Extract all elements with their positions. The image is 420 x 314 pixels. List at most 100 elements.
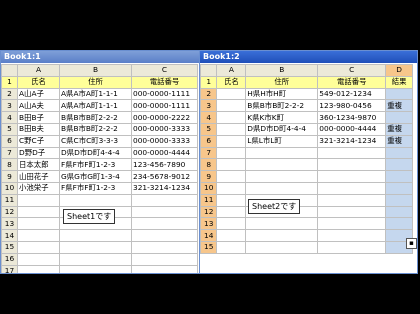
- cell[interactable]: 123-456-7890: [131, 158, 198, 172]
- workbook-window-1[interactable]: Book1:1 A B C 1 氏名 住所 電話番号 2 A山A子 A県A市A町1-…: [0, 50, 202, 274]
- cell[interactable]: [59, 240, 132, 254]
- row-header[interactable]: 11: [200, 193, 218, 207]
- cell[interactable]: 000-0000-2222: [131, 111, 198, 124]
- cell[interactable]: [385, 205, 413, 219]
- row-header[interactable]: 12: [1, 205, 18, 219]
- column-header-c[interactable]: C: [317, 64, 387, 77]
- select-all-corner[interactable]: [200, 64, 218, 77]
- cell[interactable]: B田B夫: [17, 122, 60, 136]
- cell[interactable]: [216, 217, 247, 231]
- cell[interactable]: [17, 240, 60, 254]
- cell[interactable]: [17, 205, 60, 219]
- cell[interactable]: C県C市C町3-3-3: [59, 134, 132, 148]
- cell[interactable]: [385, 111, 413, 124]
- cell[interactable]: B県B市B町2-2-2: [245, 99, 319, 113]
- cell[interactable]: [59, 193, 132, 207]
- cell[interactable]: [216, 111, 247, 124]
- cell[interactable]: 000-0000-3333: [131, 122, 198, 136]
- cell[interactable]: [317, 170, 387, 183]
- row-header[interactable]: 9: [200, 170, 218, 183]
- cell[interactable]: A山A夫: [17, 99, 60, 113]
- cell[interactable]: 電話番号: [131, 75, 198, 89]
- row-header[interactable]: 10: [200, 181, 218, 195]
- row-header[interactable]: 6: [200, 134, 218, 148]
- row-header[interactable]: 9: [1, 170, 18, 183]
- row-header[interactable]: 4: [1, 111, 18, 124]
- cell[interactable]: B県B市B町2-2-2: [59, 122, 132, 136]
- cell[interactable]: A山A子: [17, 87, 60, 101]
- cell[interactable]: [131, 193, 198, 207]
- cell[interactable]: [17, 252, 60, 266]
- cell[interactable]: [59, 252, 132, 266]
- cell[interactable]: D県D市D町4-4-4: [59, 146, 132, 160]
- cell[interactable]: [216, 158, 247, 172]
- cell[interactable]: [317, 193, 387, 207]
- cell[interactable]: [131, 240, 198, 254]
- row-header[interactable]: 7: [1, 146, 18, 160]
- cell[interactable]: 氏名: [216, 75, 247, 89]
- cell[interactable]: 電話番号: [317, 75, 387, 89]
- cell[interactable]: [216, 240, 247, 254]
- spreadsheet-grid[interactable]: A B C D 1 氏名 住所 電話番号 結果 2 H県H市H町 549-012-1…: [200, 64, 413, 254]
- cell[interactable]: 氏名: [17, 75, 60, 89]
- cell[interactable]: D野D子: [17, 146, 60, 160]
- row-header[interactable]: 8: [200, 158, 218, 172]
- cell[interactable]: 住所: [245, 75, 319, 89]
- cell[interactable]: [17, 217, 60, 231]
- row-header[interactable]: 3: [200, 99, 218, 113]
- cell[interactable]: A県A市A町1-1-1: [59, 87, 132, 101]
- row-header[interactable]: 13: [1, 217, 18, 231]
- cell[interactable]: 000-0000-4444: [131, 146, 198, 160]
- cell[interactable]: [216, 134, 247, 148]
- cell[interactable]: [17, 264, 60, 273]
- spreadsheet-grid[interactable]: A B C 1 氏名 住所 電話番号 2 A山A子 A県A市A町1-1-1 000-0…: [1, 64, 198, 273]
- cell[interactable]: [317, 229, 387, 242]
- row-header[interactable]: 1: [1, 75, 18, 89]
- row-header[interactable]: 10: [1, 181, 18, 195]
- cell[interactable]: [131, 205, 198, 219]
- cell[interactable]: [317, 181, 387, 195]
- column-header-a[interactable]: A: [216, 64, 247, 77]
- row-header[interactable]: 2: [200, 87, 218, 101]
- cell[interactable]: G県G市G町1-3-4: [59, 170, 132, 183]
- cell[interactable]: [216, 170, 247, 183]
- cell[interactable]: [59, 264, 132, 273]
- cell[interactable]: 321-3214-1234: [131, 181, 198, 195]
- cell[interactable]: [216, 193, 247, 207]
- column-header-b[interactable]: B: [59, 64, 132, 77]
- cell[interactable]: B県B市B町2-2-2: [59, 111, 132, 124]
- cell[interactable]: [17, 193, 60, 207]
- window-title[interactable]: Book1:2: [200, 51, 417, 63]
- cell[interactable]: F県F市F町1-2-3: [59, 158, 132, 172]
- cell[interactable]: [131, 264, 198, 273]
- cell[interactable]: 000-0000-3333: [131, 134, 198, 148]
- cell[interactable]: 住所: [59, 75, 132, 89]
- cell[interactable]: [245, 217, 319, 231]
- cell[interactable]: [245, 229, 319, 242]
- row-header[interactable]: 12: [200, 205, 218, 219]
- column-header-d[interactable]: D: [385, 64, 413, 77]
- cell[interactable]: [59, 229, 132, 242]
- column-header-c[interactable]: C: [131, 64, 198, 77]
- cell[interactable]: [245, 146, 319, 160]
- cell[interactable]: [385, 170, 413, 183]
- cell[interactable]: 000-0000-4444: [317, 122, 387, 136]
- cell[interactable]: C野C子: [17, 134, 60, 148]
- cell[interactable]: 321-3214-1234: [317, 134, 387, 148]
- cell[interactable]: [216, 146, 247, 160]
- select-all-corner[interactable]: [1, 64, 18, 77]
- cell[interactable]: [385, 146, 413, 160]
- row-header[interactable]: 5: [200, 122, 218, 136]
- row-header[interactable]: 11: [1, 193, 18, 207]
- cell[interactable]: [385, 181, 413, 195]
- row-header[interactable]: 6: [1, 134, 18, 148]
- row-header[interactable]: 14: [1, 229, 18, 242]
- cell[interactable]: [131, 229, 198, 242]
- cell[interactable]: [317, 158, 387, 172]
- cell[interactable]: 000-0000-1111: [131, 87, 198, 101]
- cell[interactable]: 000-0000-1111: [131, 99, 198, 113]
- cell[interactable]: D県D市D町4-4-4: [245, 122, 319, 136]
- workbook-window-2[interactable]: Book1:2 A B C D 1 氏名 住所 電話番号 結果 2 H県H市H町 5…: [199, 50, 418, 274]
- cell[interactable]: [131, 217, 198, 231]
- row-header[interactable]: 16: [1, 252, 18, 266]
